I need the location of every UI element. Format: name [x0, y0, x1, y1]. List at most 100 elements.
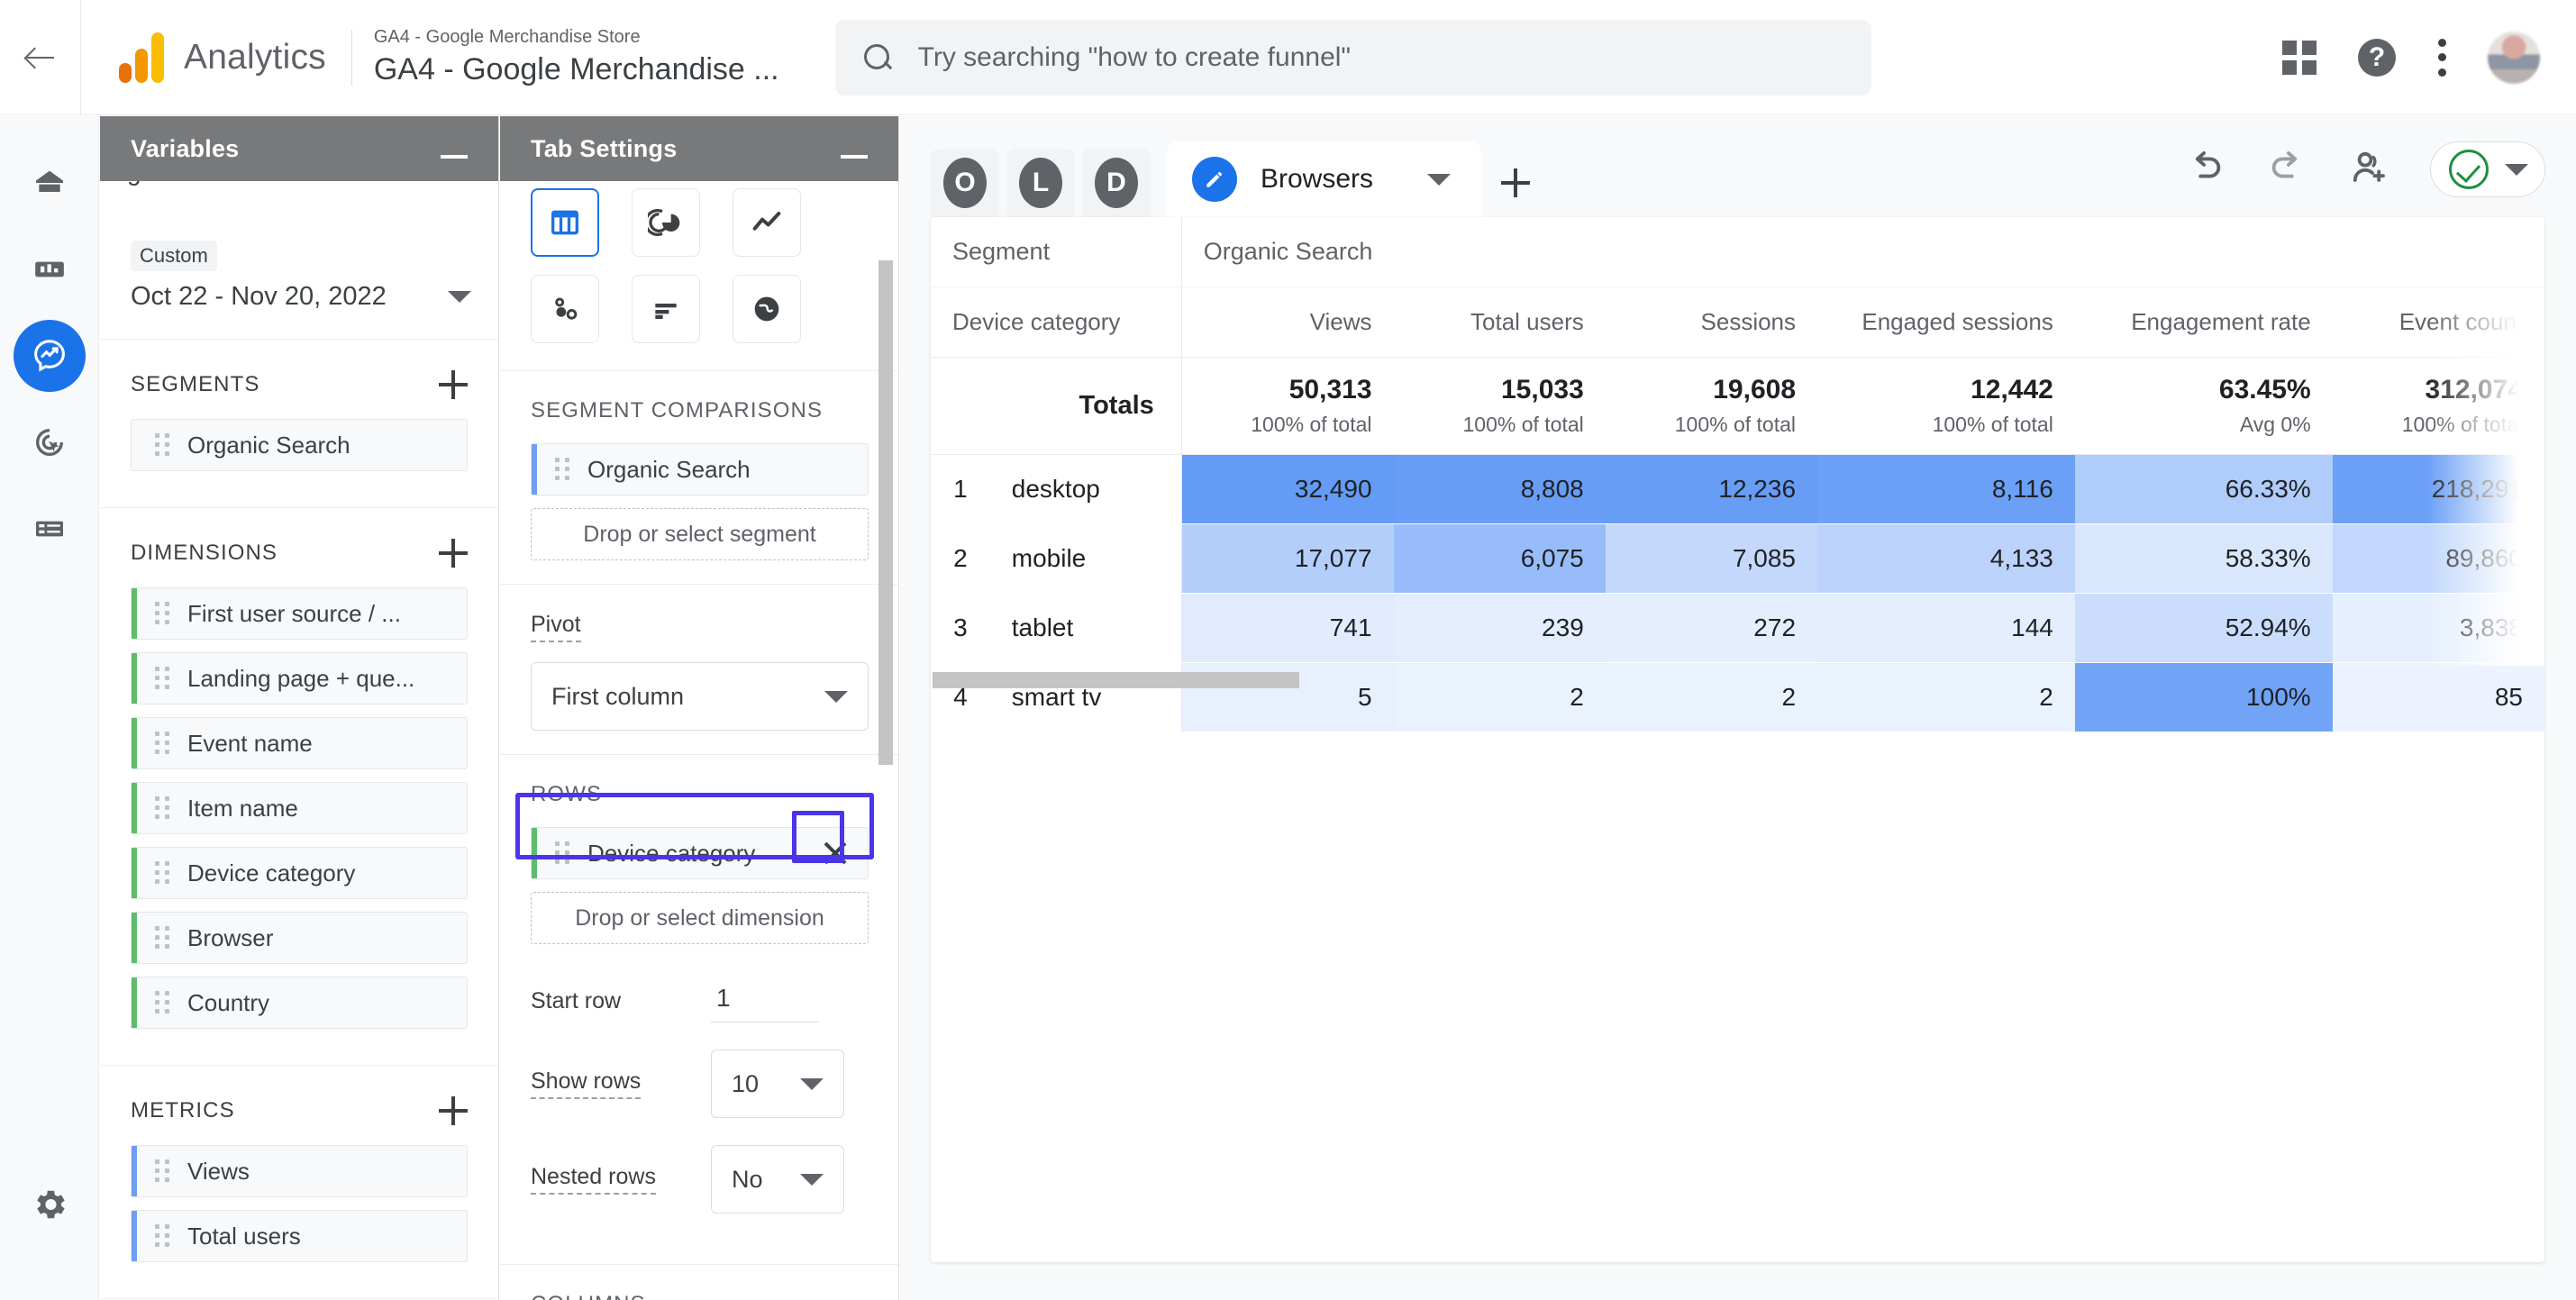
segment-item-organic-search[interactable]: Organic Search [131, 419, 468, 471]
column-header-sessions[interactable]: Sessions [1605, 286, 1818, 358]
metric-item[interactable]: Views [131, 1145, 468, 1197]
sidebar-item-admin[interactable] [14, 1168, 86, 1241]
row-metric-cell[interactable]: 2 [1605, 662, 1818, 732]
date-range-selector[interactable]: Custom Oct 22 - Nov 20, 2022 [100, 217, 498, 340]
drag-handle-icon[interactable] [155, 991, 169, 1014]
sidebar-item-explore[interactable] [13, 320, 86, 392]
add-dimension-plus-icon[interactable] [439, 539, 468, 568]
sidebar-item-reports[interactable] [14, 233, 86, 305]
row-metric-cell[interactable]: 32,490 [1180, 454, 1394, 524]
row-metric-cell[interactable]: 2 [1817, 662, 2075, 732]
technique-path-exploration[interactable] [632, 275, 700, 343]
drop-or-select-dimension-slot[interactable]: Drop or select dimension [531, 892, 869, 944]
table-row[interactable]: 3 tablet 741 239 272 144 52.94% 3,838 [931, 593, 2544, 663]
add-metric-plus-icon[interactable] [439, 1096, 468, 1125]
help-icon[interactable]: ? [2358, 38, 2396, 77]
table-row[interactable]: 1 desktop 32,490 8,808 12,236 8,116 66.33% 218,… [931, 454, 2544, 524]
dimension-item[interactable]: Item name [131, 782, 468, 834]
table-row[interactable]: 2 mobile 17,077 6,075 7,085 4,133 58.33% 89,860 [931, 523, 2544, 594]
add-segment-plus-icon[interactable] [439, 370, 468, 399]
chevron-down-icon[interactable] [1427, 173, 1452, 186]
kebab-menu-icon[interactable] [2437, 38, 2446, 77]
column-header-views[interactable]: Views [1180, 286, 1394, 358]
technique-cohort-exploration[interactable] [632, 188, 700, 257]
row-metric-cell[interactable]: 239 [1393, 593, 1606, 663]
row-metric-cell[interactable]: 58.33% [2074, 523, 2333, 594]
drag-handle-icon[interactable] [555, 841, 569, 865]
property-selector[interactable]: GA4 - Google Merchandise Store GA4 - Goo… [374, 27, 779, 87]
row-metric-cell[interactable]: 144 [1817, 593, 2075, 663]
sidebar-item-advertising[interactable] [14, 406, 86, 478]
row-metric-cell[interactable]: 17,077 [1180, 523, 1394, 594]
sidebar-item-configure[interactable] [14, 493, 86, 565]
row-metric-cell[interactable]: 741 [1180, 593, 1394, 663]
row-metric-cell[interactable]: 272 [1605, 593, 1818, 663]
drag-handle-icon[interactable] [555, 458, 569, 481]
tab-settings-scrollbar[interactable] [878, 260, 893, 765]
dimension-item[interactable]: Device category [131, 847, 468, 899]
sharing-status-button[interactable] [2430, 141, 2545, 197]
drag-handle-icon[interactable] [155, 602, 169, 625]
dimension-item[interactable]: Landing page + que... [131, 652, 468, 705]
avatar[interactable] [2488, 31, 2540, 84]
technique-free-form-table[interactable] [531, 188, 599, 257]
apps-grid-icon[interactable] [2282, 40, 2317, 75]
minimize-icon[interactable] [441, 155, 468, 159]
dimension-column-header[interactable]: Device category [931, 286, 1182, 358]
close-icon[interactable] [815, 833, 855, 873]
pivot-select[interactable]: First column [531, 662, 869, 731]
dimension-item[interactable]: Browser [131, 912, 468, 964]
row-metric-cell[interactable]: 12,236 [1605, 454, 1818, 524]
minimize-icon[interactable] [841, 155, 868, 159]
metric-item[interactable]: Total users [131, 1210, 468, 1262]
share-button[interactable] [2347, 146, 2390, 194]
column-header-engaged-sessions[interactable]: Engaged sessions [1817, 286, 2075, 358]
row-metric-cell[interactable]: 218,291 [2332, 454, 2544, 524]
drag-handle-icon[interactable] [155, 732, 169, 755]
row-metric-cell[interactable]: 2 [1393, 662, 1606, 732]
table-horizontal-scrollbar[interactable] [933, 672, 1299, 688]
column-header-total-users[interactable]: Total users [1393, 286, 1606, 358]
tab-browsers[interactable]: Browsers [1167, 141, 1482, 217]
row-metric-cell[interactable]: 52.94% [2074, 593, 2333, 663]
row-metric-cell[interactable]: 8,116 [1817, 454, 2075, 524]
segment-chip-d[interactable]: D [1082, 149, 1151, 217]
start-row-input[interactable] [711, 980, 819, 1023]
dimension-item[interactable]: Event name [131, 717, 468, 769]
undo-button[interactable] [2185, 147, 2226, 193]
row-metric-cell[interactable]: 89,860 [2332, 523, 2544, 594]
row-metric-cell[interactable]: 100% [2074, 662, 2333, 732]
dimension-item[interactable]: First user source / ... [131, 587, 468, 640]
technique-segment-overlap[interactable] [531, 275, 599, 343]
column-header-event-count[interactable]: Event count [2332, 286, 2544, 358]
row-dimension-value[interactable]: mobile [989, 523, 1182, 594]
drag-handle-icon[interactable] [155, 796, 169, 820]
chevron-down-icon[interactable] [448, 291, 471, 303]
technique-funnel-exploration[interactable] [733, 188, 801, 257]
redo-button[interactable] [2266, 147, 2307, 193]
technique-user-lifetime[interactable] [733, 275, 801, 343]
show-rows-select[interactable]: 10 [711, 1050, 844, 1118]
drag-handle-icon[interactable] [155, 861, 169, 885]
add-tab-button[interactable] [1481, 149, 1550, 217]
column-header-engagement-rate[interactable]: Engagement rate [2074, 286, 2333, 358]
drag-handle-icon[interactable] [155, 926, 169, 950]
drag-handle-icon[interactable] [155, 1224, 169, 1248]
row-metric-cell[interactable]: 7,085 [1605, 523, 1818, 594]
segment-chip-l[interactable]: L [1006, 149, 1075, 217]
drag-handle-icon[interactable] [155, 667, 169, 690]
nested-rows-select[interactable]: No [711, 1145, 844, 1214]
rows-dimension-item[interactable]: Device category [531, 827, 869, 879]
row-metric-cell[interactable]: 66.33% [2074, 454, 2333, 524]
segment-chip-o[interactable]: O [931, 149, 999, 217]
drop-or-select-segment-slot[interactable]: Drop or select segment [531, 508, 869, 560]
back-button[interactable] [0, 0, 81, 115]
row-metric-cell[interactable]: 8,808 [1393, 454, 1606, 524]
row-metric-cell[interactable]: 85 [2332, 662, 2544, 732]
row-dimension-value[interactable]: desktop [989, 454, 1182, 524]
row-dimension-value[interactable]: tablet [989, 593, 1182, 663]
sidebar-item-home[interactable] [14, 147, 86, 219]
segment-comparison-item[interactable]: Organic Search [531, 443, 869, 495]
drag-handle-icon[interactable] [155, 433, 169, 457]
row-metric-cell[interactable]: 3,838 [2332, 593, 2544, 663]
